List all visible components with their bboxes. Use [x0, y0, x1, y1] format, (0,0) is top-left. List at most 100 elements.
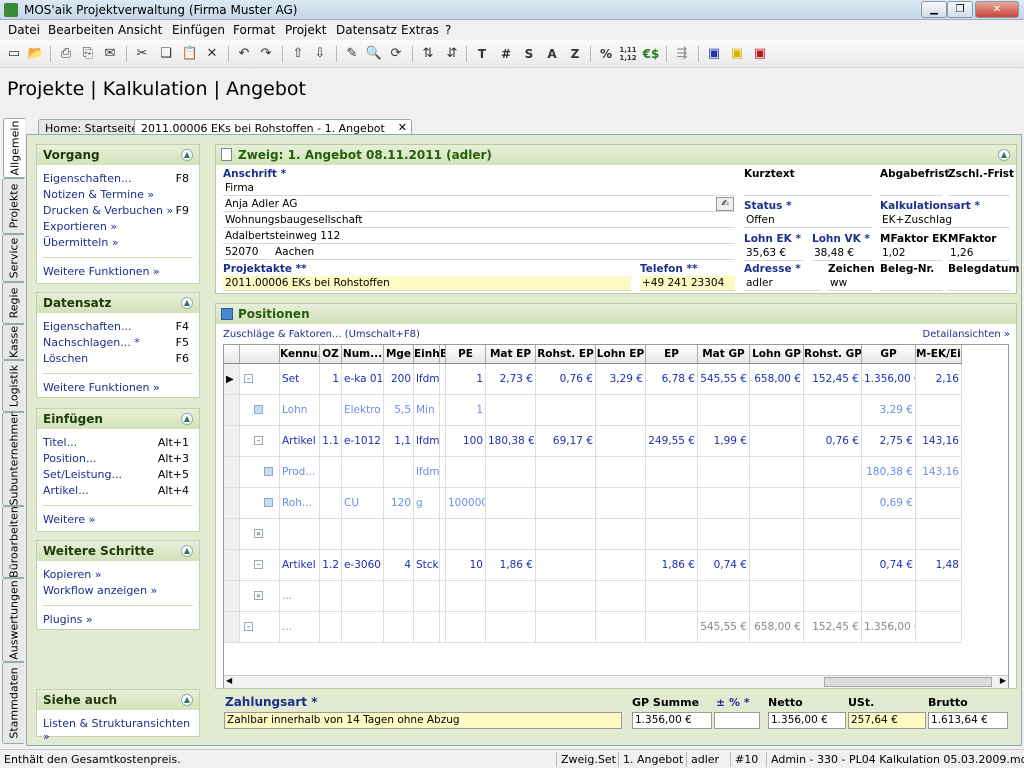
sidebar-item[interactable]: Kopieren » — [37, 567, 199, 583]
grid-cell[interactable]: Prod... — [280, 457, 320, 488]
grid-cell[interactable] — [536, 550, 596, 581]
anschrift-line-3[interactable]: Wohnungsbaugesellschaft — [223, 213, 735, 228]
grid-cell[interactable] — [486, 488, 536, 519]
grid-cell[interactable] — [486, 581, 536, 612]
grid-cell[interactable]: 3,29 € — [862, 395, 916, 426]
collapse-icon[interactable]: ▲ — [181, 297, 193, 309]
sidebar-item[interactable]: Eigenschaften... F8 — [37, 171, 199, 187]
grid-cell[interactable] — [486, 395, 536, 426]
collapse-icon[interactable]: ▲ — [181, 694, 193, 706]
grid-cell[interactable] — [750, 426, 804, 457]
grid-cell[interactable] — [646, 519, 698, 550]
sidebar-einfuegen-header[interactable]: Einfügen ▲ — [37, 409, 199, 429]
grid-cell[interactable] — [804, 550, 862, 581]
minimize-button[interactable]: ▁ — [921, 1, 947, 18]
grid-cell[interactable]: 1 — [320, 364, 342, 395]
collapse-icon[interactable]: ▲ — [181, 545, 193, 557]
positions-grid[interactable]: Kennu...OZNum...MgeEinhBPEMat EPRohst. E… — [223, 344, 1009, 688]
grid-cell[interactable] — [596, 581, 646, 612]
sidebar-siehe-header[interactable]: Siehe auch ▲ — [37, 690, 199, 710]
grid-cell[interactable] — [750, 550, 804, 581]
grid-cell[interactable]: 200 — [384, 364, 414, 395]
grid-cell[interactable]: 249,55 € — [646, 426, 698, 457]
zuschlaege-link[interactable]: Zuschläge & Faktoren... (Umschalt+F8) — [223, 329, 420, 340]
redo-icon[interactable]: ↷ — [256, 44, 276, 64]
sidebar-item[interactable]: Übermitteln » — [37, 235, 199, 251]
row-header[interactable] — [224, 519, 240, 550]
ust-field[interactable]: 257,64 € — [848, 712, 926, 729]
insert-sum-button[interactable]: Z — [565, 44, 585, 64]
grid-cell[interactable]: 143,16 — [916, 426, 962, 457]
grid-cell[interactable]: lfdm — [414, 364, 440, 395]
grid-cell[interactable]: 545,55 € — [698, 364, 750, 395]
collapse-icon[interactable]: ▲ — [181, 149, 193, 161]
grid-cell[interactable] — [342, 519, 384, 550]
vtab-regie[interactable]: Regie — [2, 282, 24, 324]
zschl-field[interactable] — [948, 181, 1010, 196]
scroll-left-icon[interactable]: ◀ — [226, 676, 232, 685]
menu-einfuegen[interactable]: Einfügen — [172, 23, 225, 37]
row-header[interactable] — [224, 612, 240, 643]
grid-cell[interactable] — [446, 457, 486, 488]
grid-cell[interactable] — [414, 581, 440, 612]
grid-cell[interactable]: Roh... — [280, 488, 320, 519]
sidebar-item[interactable]: Notizen & Termine » — [37, 187, 199, 203]
grid-cell[interactable]: 1.1 — [320, 426, 342, 457]
grid-cell[interactable] — [384, 581, 414, 612]
tree-toggle-icon[interactable]: – — [254, 560, 263, 569]
grid-cell[interactable] — [750, 457, 804, 488]
grid-cell[interactable]: 0,69 € — [862, 488, 916, 519]
send-icon[interactable]: ✉ — [100, 44, 120, 64]
grid-cell[interactable] — [916, 395, 962, 426]
grid-cell[interactable] — [750, 488, 804, 519]
grid-cell[interactable]: Elektro — [342, 395, 384, 426]
grid-cell[interactable] — [698, 581, 750, 612]
tree-leaf-icon[interactable] — [264, 467, 273, 476]
tab-close-icon[interactable]: ✕ — [398, 121, 407, 134]
grid-cell[interactable] — [862, 581, 916, 612]
sidebar-item[interactable]: Set/Leistung... Alt+5 — [37, 467, 199, 483]
grid-cell[interactable] — [320, 612, 342, 643]
lohn-vk-field[interactable]: 38,48 € — [812, 246, 872, 261]
refresh-icon[interactable]: ⟳ — [386, 44, 406, 64]
grid-cell[interactable] — [536, 488, 596, 519]
column-header[interactable]: Lohn EP — [596, 345, 646, 364]
user-red-icon[interactable]: ▣ — [750, 44, 770, 64]
sidebar-more[interactable]: Weitere Funktionen » — [37, 380, 199, 396]
vtab-subunternehmer[interactable]: Subunternehmer — [2, 412, 24, 506]
column-header[interactable]: Kennu... — [280, 345, 320, 364]
grid-cell[interactable] — [646, 457, 698, 488]
grid-cell[interactable] — [596, 426, 646, 457]
column-header[interactable]: PE — [446, 345, 486, 364]
row-header[interactable] — [224, 581, 240, 612]
grid-cell[interactable]: 658,00 € — [750, 364, 804, 395]
grid-cell[interactable] — [596, 488, 646, 519]
insert-set-button[interactable]: S — [519, 44, 539, 64]
user-yellow-icon[interactable]: ▣ — [727, 44, 747, 64]
grid-cell[interactable]: 0,74 € — [862, 550, 916, 581]
grid-cell[interactable]: e-3060 — [342, 550, 384, 581]
grid-cell[interactable] — [384, 457, 414, 488]
grid-cell[interactable]: 658,00 € — [750, 612, 804, 643]
user-blue-icon[interactable]: ▣ — [704, 44, 724, 64]
row-header[interactable] — [224, 457, 240, 488]
grid-cell[interactable] — [414, 612, 440, 643]
grid-cell[interactable]: Artikel — [280, 426, 320, 457]
menu-extras[interactable]: Extras — [401, 23, 439, 37]
horizontal-scrollbar[interactable]: ◀ ▶ — [224, 675, 1008, 688]
sidebar-more[interactable]: Weitere Funktionen » — [37, 264, 199, 280]
vtab-logistik[interactable]: Logistik — [2, 360, 24, 412]
grid-cell[interactable] — [750, 395, 804, 426]
grid-cell[interactable] — [486, 457, 536, 488]
zeichen-field[interactable]: ww — [828, 276, 872, 291]
grid-cell[interactable] — [804, 457, 862, 488]
grid-cell[interactable]: Artikel — [280, 550, 320, 581]
sidebar-item[interactable]: Drucken & Verbuchen » F9 — [37, 203, 199, 219]
grid-cell[interactable] — [916, 612, 962, 643]
tree-leaf-icon[interactable] — [254, 405, 263, 414]
paste-icon[interactable]: 📋 — [180, 44, 200, 64]
grid-cell[interactable]: lfdm — [414, 457, 440, 488]
menu-ansicht[interactable]: Ansicht — [118, 23, 162, 37]
vtab-auswertungen[interactable]: Auswertungen — [2, 578, 24, 662]
sidebar-item[interactable]: Workflow anzeigen » — [37, 583, 199, 599]
